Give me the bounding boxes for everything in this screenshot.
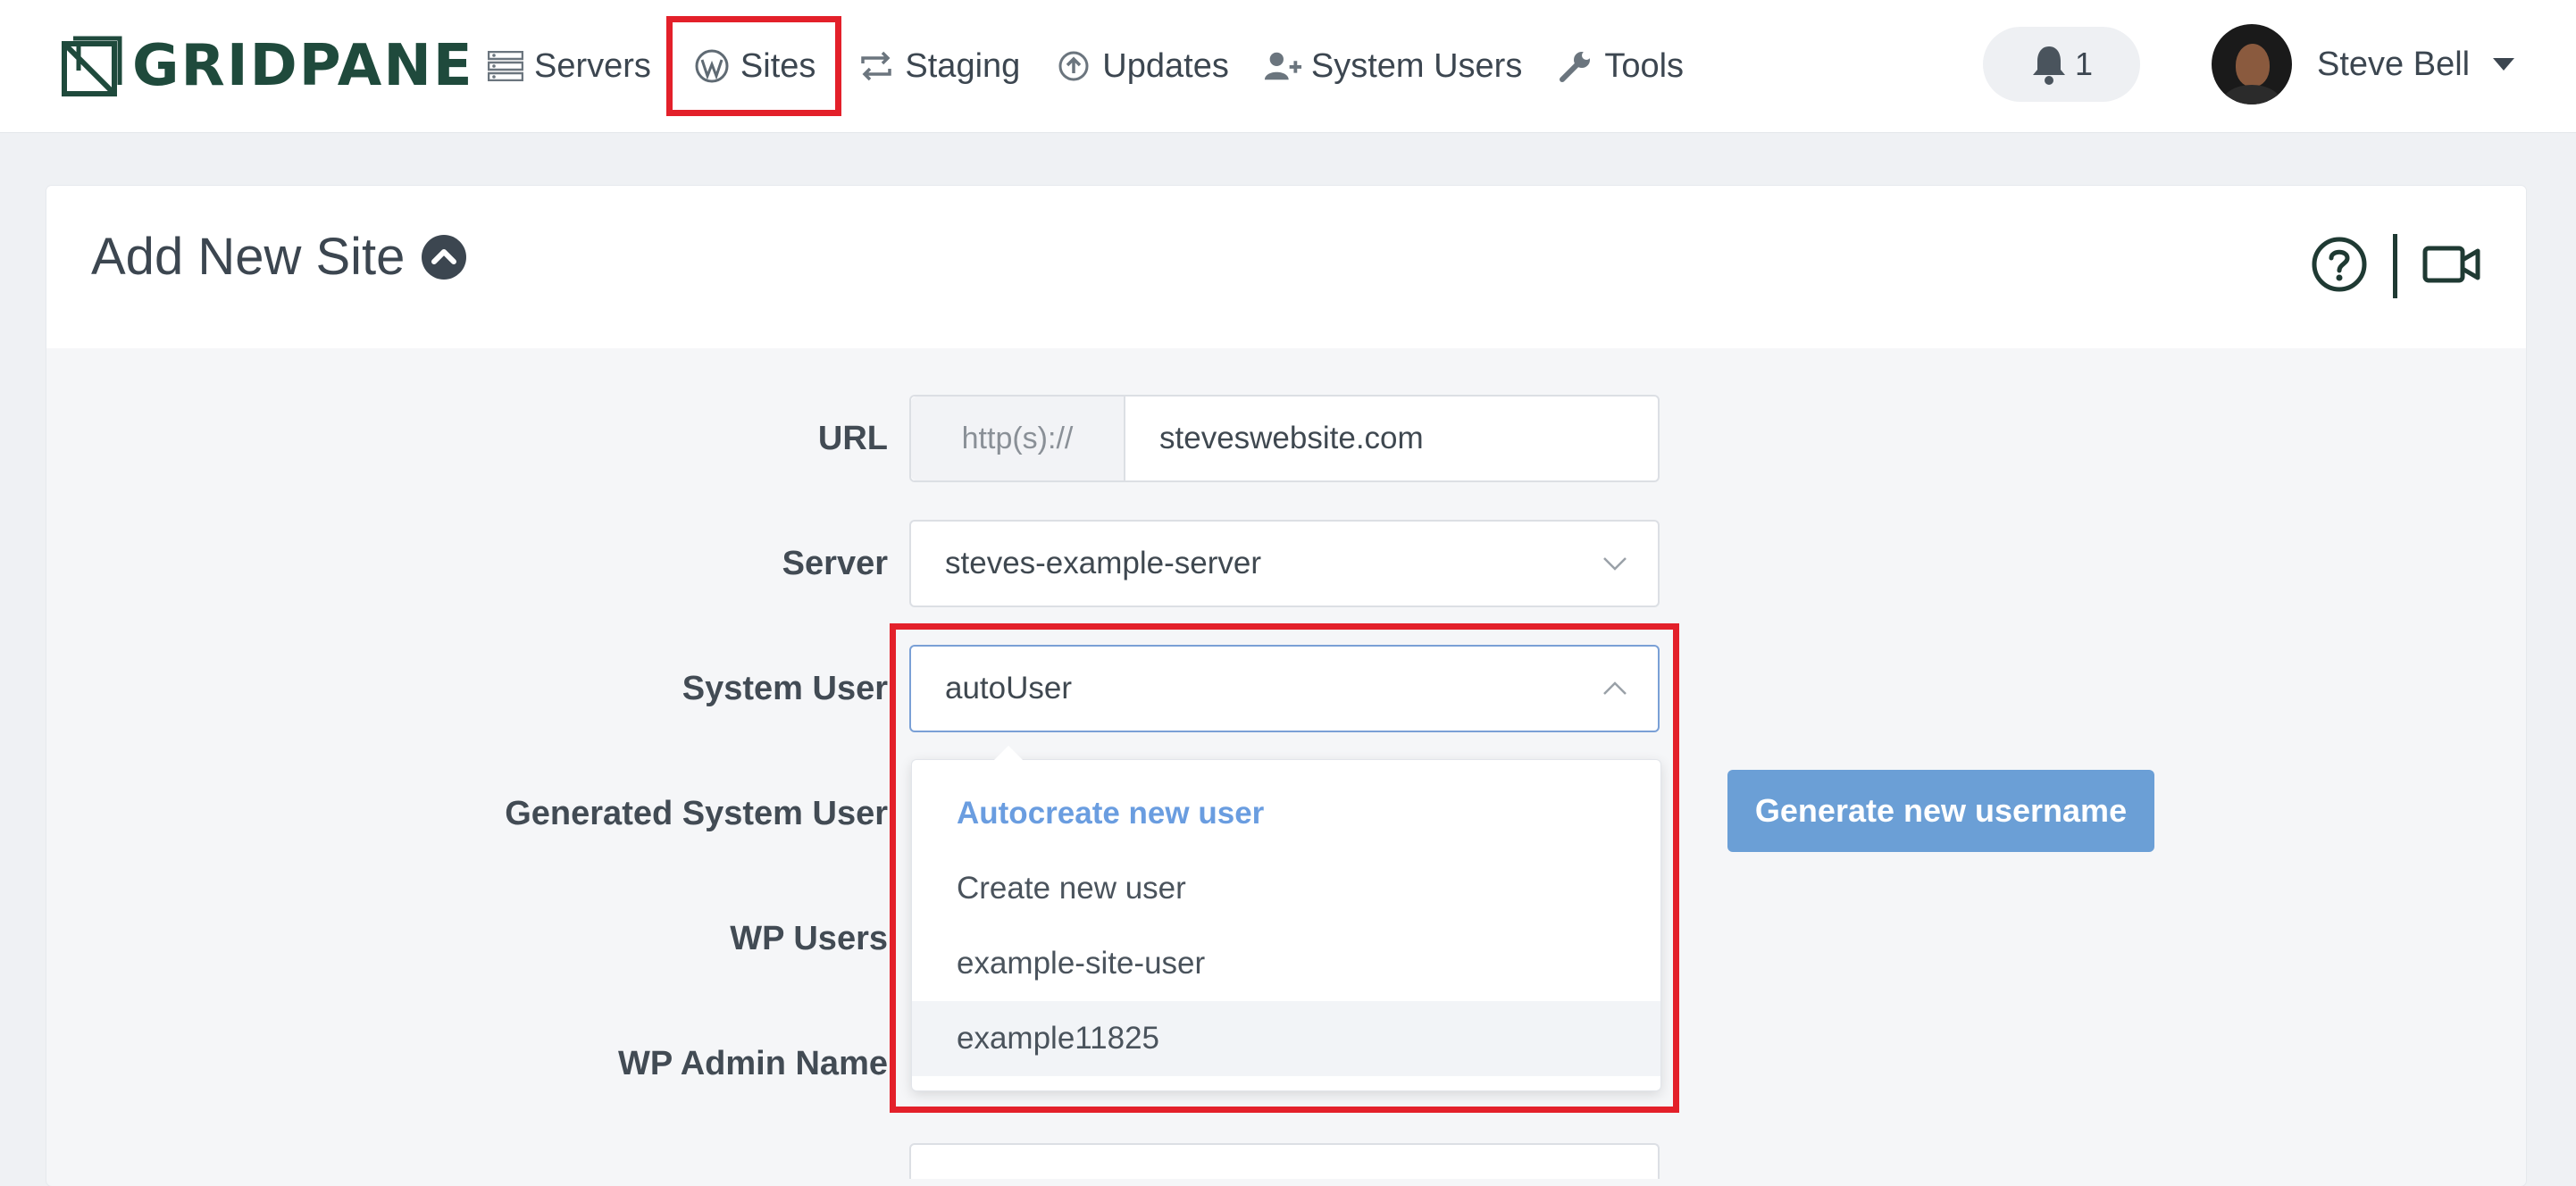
- user-plus-icon: [1263, 46, 1302, 86]
- nav-system-users-label: System Users: [1310, 46, 1523, 85]
- nav-system-users[interactable]: System Users: [1250, 34, 1535, 98]
- system-user-label: System User: [682, 670, 888, 707]
- nav-staging[interactable]: Staging: [844, 34, 1033, 98]
- system-user-highlight: [890, 623, 1679, 1113]
- bell-icon: [2030, 43, 2068, 86]
- url-field[interactable]: http(s):// steveswebsite.com: [909, 395, 1660, 482]
- server-select[interactable]: steves-example-server: [909, 520, 1660, 607]
- header-actions: [2311, 234, 2481, 298]
- url-input[interactable]: steveswebsite.com: [1125, 421, 1424, 456]
- server-label: Server: [782, 545, 888, 582]
- chevron-down-icon: [1599, 547, 1631, 580]
- page-title: Add New Site: [91, 227, 467, 287]
- caret-down-icon: [2493, 58, 2515, 71]
- main-nav: Servers Sites Staging Updates System Use…: [473, 0, 1705, 132]
- top-navbar: GRIDPANE Servers Sites Staging Updates S…: [0, 0, 2576, 132]
- url-prefix: http(s)://: [911, 397, 1125, 480]
- wordpress-icon: [692, 46, 732, 86]
- nav-servers-label: Servers: [534, 46, 651, 85]
- generate-username-button[interactable]: Generate new username: [1727, 770, 2154, 852]
- page-title-text: Add New Site: [91, 228, 406, 286]
- generated-system-user-label: Generated System User: [505, 795, 888, 832]
- user-menu[interactable]: Steve Bell: [2212, 23, 2515, 105]
- wrench-icon: [1556, 46, 1595, 86]
- user-name: Steve Bell: [2317, 45, 2471, 83]
- next-field-partial[interactable]: [909, 1143, 1660, 1179]
- nav-servers[interactable]: Servers: [473, 34, 664, 98]
- header-divider: [2393, 234, 2397, 298]
- wp-users-label: WP Users: [730, 920, 888, 957]
- help-icon[interactable]: [2311, 236, 2368, 297]
- nav-updates-label: Updates: [1102, 46, 1229, 85]
- url-label: URL: [817, 420, 888, 457]
- nav-tools[interactable]: Tools: [1543, 34, 1696, 98]
- avatar: [2212, 24, 2292, 104]
- logo-text: GRIDPANE: [132, 33, 474, 99]
- nav-updates[interactable]: Updates: [1041, 34, 1242, 98]
- servers-icon: [486, 46, 525, 86]
- card-header: Add New Site: [46, 186, 2526, 348]
- updates-icon: [1054, 46, 1093, 86]
- video-camera-icon[interactable]: [2422, 244, 2481, 289]
- notification-count: 1: [2074, 46, 2094, 82]
- collapse-chevron-up-icon[interactable]: [421, 234, 467, 280]
- wp-admin-name-label: WP Admin Name: [618, 1045, 888, 1082]
- nav-tools-label: Tools: [1604, 46, 1685, 85]
- staging-icon: [857, 46, 896, 86]
- gridpane-logo[interactable]: GRIDPANE: [61, 34, 474, 98]
- nav-staging-label: Staging: [905, 46, 1021, 85]
- logo-mark-icon: [62, 36, 122, 96]
- nav-sites[interactable]: Sites: [665, 16, 842, 116]
- server-select-value: steves-example-server: [945, 546, 1261, 580]
- nav-sites-label: Sites: [740, 46, 816, 85]
- notifications-button[interactable]: 1: [1983, 27, 2140, 102]
